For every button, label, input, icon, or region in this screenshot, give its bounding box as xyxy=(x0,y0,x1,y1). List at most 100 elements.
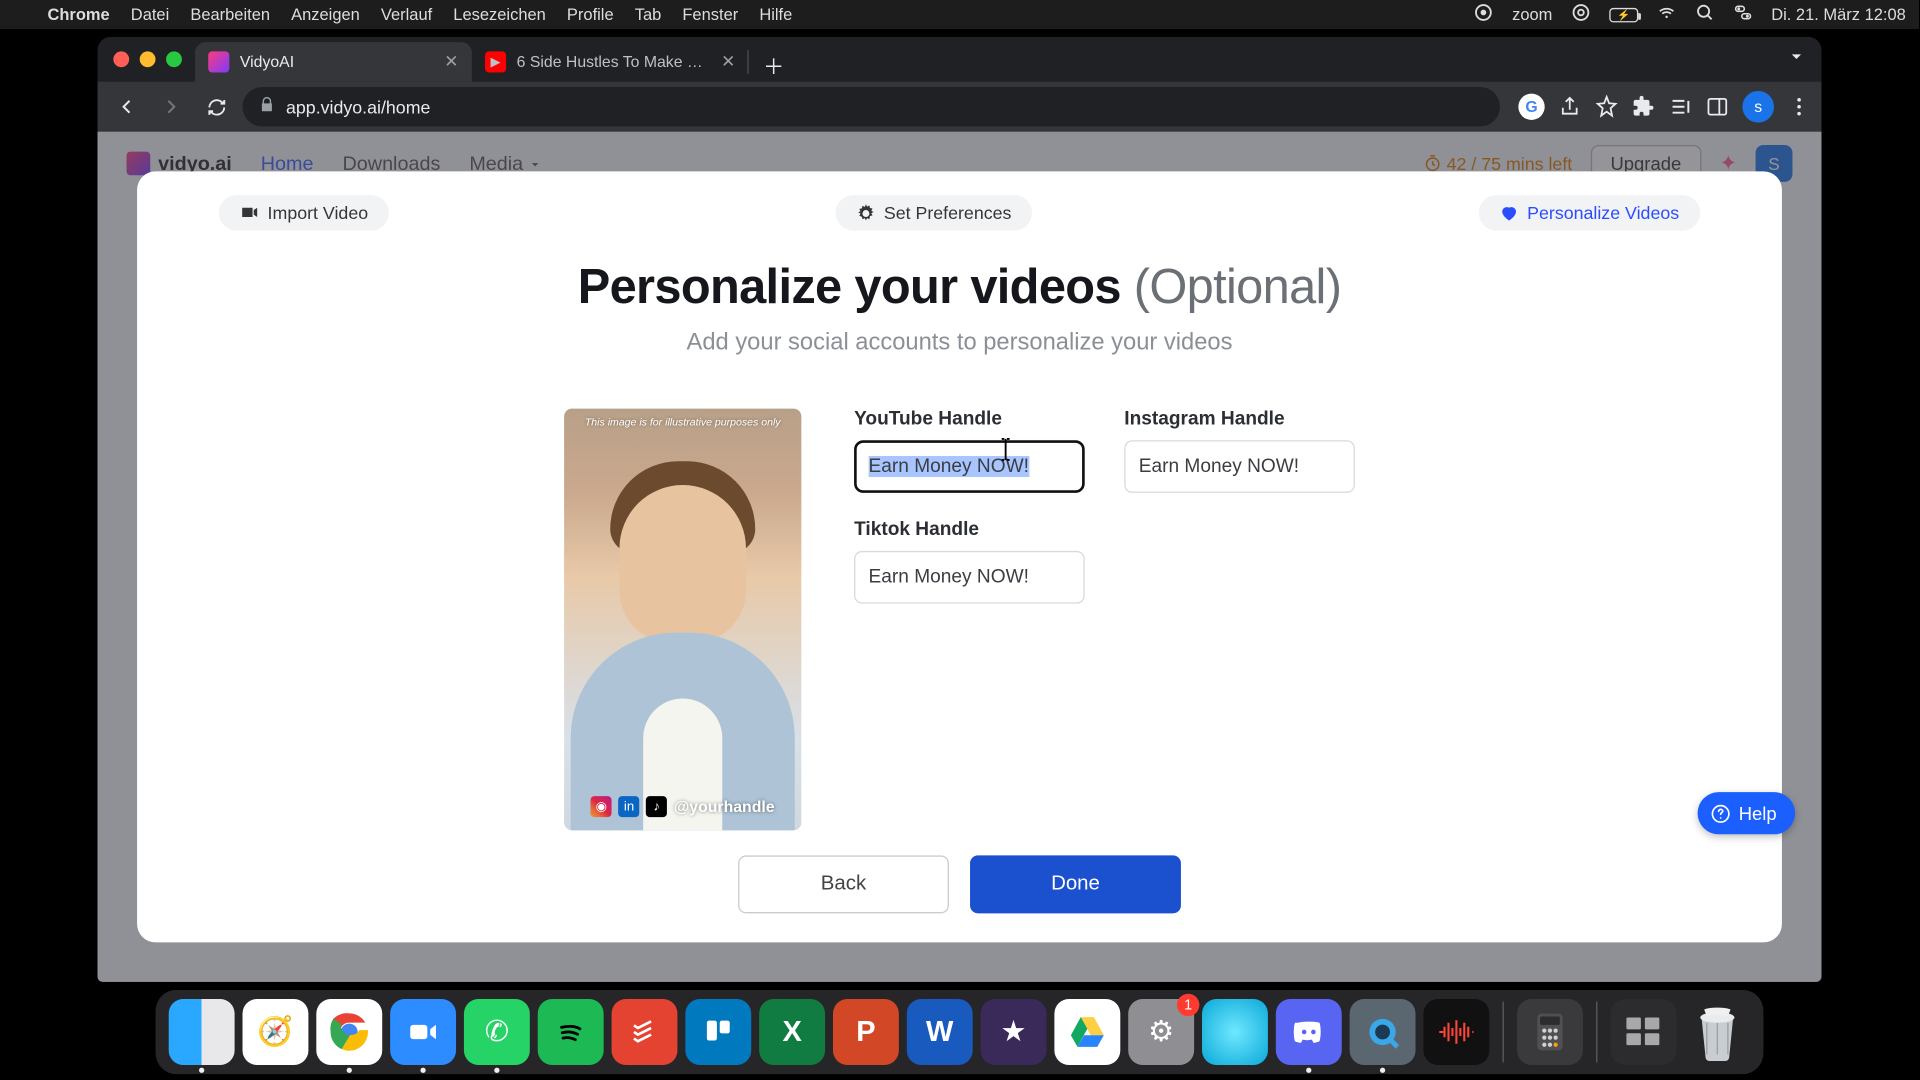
close-icon[interactable]: ✕ xyxy=(721,51,735,72)
instagram-icon: ◉ xyxy=(591,796,612,817)
page-viewport: vidyo.ai Home Downloads Media 42 / 75 mi… xyxy=(98,132,1822,982)
menu-profile[interactable]: Profile xyxy=(567,5,614,23)
dock-drive[interactable] xyxy=(1054,999,1120,1065)
dock-excel[interactable]: X xyxy=(759,999,825,1065)
dock-imovie[interactable]: ★ xyxy=(981,999,1047,1065)
stepper: Import Video Set Preferences Personalize… xyxy=(166,195,1753,231)
help-button[interactable]: Help xyxy=(1698,792,1795,834)
field-instagram: Instagram Handle xyxy=(1124,409,1355,493)
step-personalize[interactable]: Personalize Videos xyxy=(1478,195,1700,231)
tab-youtube[interactable]: ▶ 6 Side Hustles To Make $1000 ✕ xyxy=(472,42,749,82)
chrome-window: VidyoAI ✕ ▶ 6 Side Hustles To Make $1000… xyxy=(98,37,1822,982)
dock-mission-control[interactable] xyxy=(1611,999,1677,1065)
menu-datei[interactable]: Datei xyxy=(131,5,169,23)
step-import[interactable]: Import Video xyxy=(219,195,389,231)
tiktok-input[interactable] xyxy=(854,551,1085,604)
dock-separator xyxy=(1503,1002,1504,1063)
dock-app-cyan[interactable] xyxy=(1202,999,1268,1065)
menu-bearbeiten[interactable]: Bearbeiten xyxy=(190,5,270,23)
dock-settings[interactable]: ⚙1 xyxy=(1128,999,1194,1065)
tab-title: 6 Side Hustles To Make $1000 xyxy=(517,53,711,71)
personalize-modal: Import Video Set Preferences Personalize… xyxy=(137,171,1782,942)
menu-lesezeichen[interactable]: Lesezeichen xyxy=(453,5,546,23)
record-icon[interactable] xyxy=(1474,3,1494,27)
menu-hilfe[interactable]: Hilfe xyxy=(759,5,792,23)
field-youtube: YouTube Handle xyxy=(854,409,1085,493)
reading-list-icon[interactable] xyxy=(1669,95,1693,119)
tab-active[interactable]: VidyoAI ✕ xyxy=(195,42,472,82)
dock-calculator[interactable] xyxy=(1517,999,1583,1065)
close-icon[interactable]: ✕ xyxy=(444,51,458,72)
tab-title: VidyoAI xyxy=(240,53,434,71)
profile-avatar[interactable]: s xyxy=(1742,91,1774,123)
control-center-icon[interactable] xyxy=(1733,3,1753,27)
tabstrip: VidyoAI ✕ ▶ 6 Side Hustles To Make $1000… xyxy=(98,37,1822,82)
wifi-icon[interactable] xyxy=(1657,3,1677,27)
dock-safari[interactable]: 🧭 xyxy=(243,999,309,1065)
dock-voice-memo[interactable] xyxy=(1423,999,1489,1065)
url-text: app.vidyo.ai/home xyxy=(286,97,430,117)
step-label: Set Preferences xyxy=(884,203,1012,223)
chrome-menu-icon[interactable] xyxy=(1787,95,1811,119)
modal-footer: Back Done xyxy=(166,832,1753,943)
badge-count: 1 xyxy=(1177,994,1199,1016)
dock-finder[interactable] xyxy=(169,999,235,1065)
youtube-favicon-icon: ▶ xyxy=(485,51,506,72)
spotlight-icon[interactable] xyxy=(1695,3,1715,27)
dock-trash[interactable] xyxy=(1684,999,1750,1065)
share-icon[interactable] xyxy=(1558,95,1582,119)
dock-spotify[interactable] xyxy=(538,999,604,1065)
dock-trello[interactable] xyxy=(685,999,751,1065)
zoom-status[interactable]: zoom xyxy=(1512,5,1552,23)
address-bar[interactable]: app.vidyo.ai/home xyxy=(243,87,1500,127)
dock-powerpoint[interactable]: P xyxy=(833,999,899,1065)
handle-placeholder: @yourhandle xyxy=(674,797,775,815)
google-account-icon[interactable]: G xyxy=(1518,94,1544,120)
step-label: Import Video xyxy=(268,203,369,223)
tiktok-label: Tiktok Handle xyxy=(854,519,1085,540)
bookmark-icon[interactable] xyxy=(1595,95,1619,119)
step-preferences[interactable]: Set Preferences xyxy=(835,195,1032,231)
reload-button[interactable] xyxy=(198,88,235,125)
menu-tab[interactable]: Tab xyxy=(635,5,662,23)
menu-fenster[interactable]: Fenster xyxy=(682,5,738,23)
new-tab-button[interactable]: ＋ xyxy=(757,47,791,81)
done-button[interactable]: Done xyxy=(970,855,1181,913)
illustration-caption: This image is for illustrative purposes … xyxy=(564,416,801,428)
screen-record-icon[interactable] xyxy=(1571,3,1591,27)
extensions-icon[interactable] xyxy=(1632,95,1656,119)
app-menu[interactable]: Chrome xyxy=(47,5,109,23)
vidyo-favicon-icon xyxy=(208,51,229,72)
dock-discord[interactable] xyxy=(1276,999,1342,1065)
tab-overflow-icon[interactable] xyxy=(1787,47,1805,72)
side-panel-icon[interactable] xyxy=(1705,95,1729,119)
page-subtitle: Add your social accounts to personalize … xyxy=(687,328,1233,356)
dock-separator xyxy=(1596,1002,1597,1063)
browser-toolbar: app.vidyo.ai/home G s xyxy=(98,82,1822,132)
dock: 🧭 ✆ X P W ★ ⚙1 xyxy=(156,990,1764,1074)
field-tiktok: Tiktok Handle xyxy=(854,519,1085,603)
back-button[interactable]: Back xyxy=(738,855,949,913)
dock-zoom[interactable] xyxy=(390,999,456,1065)
menu-verlauf[interactable]: Verlauf xyxy=(381,5,432,23)
battery-icon[interactable]: ⚡ xyxy=(1609,7,1638,21)
dock-quicktime[interactable] xyxy=(1350,999,1416,1065)
macos-menubar: Chrome Datei Bearbeiten Anzeigen Verlauf… xyxy=(0,0,1919,29)
instagram-label: Instagram Handle xyxy=(1124,409,1355,430)
youtube-input[interactable] xyxy=(854,440,1085,493)
dock-whatsapp[interactable]: ✆ xyxy=(464,999,530,1065)
menu-anzeigen[interactable]: Anzeigen xyxy=(291,5,360,23)
dock-todoist[interactable] xyxy=(612,999,678,1065)
step-label: Personalize Videos xyxy=(1527,203,1679,223)
linkedin-icon: in xyxy=(619,796,640,817)
dock-chrome[interactable] xyxy=(316,999,382,1065)
page-title: Personalize your videos (Optional) xyxy=(578,260,1342,315)
lock-icon xyxy=(258,96,275,117)
clock[interactable]: Di. 21. März 12:08 xyxy=(1771,5,1906,23)
preview-illustration: This image is for illustrative purposes … xyxy=(564,409,801,831)
back-button[interactable] xyxy=(108,88,145,125)
window-controls[interactable] xyxy=(113,51,182,67)
dock-word[interactable]: W xyxy=(907,999,973,1065)
instagram-input[interactable] xyxy=(1124,440,1355,493)
forward-button[interactable] xyxy=(153,88,190,125)
